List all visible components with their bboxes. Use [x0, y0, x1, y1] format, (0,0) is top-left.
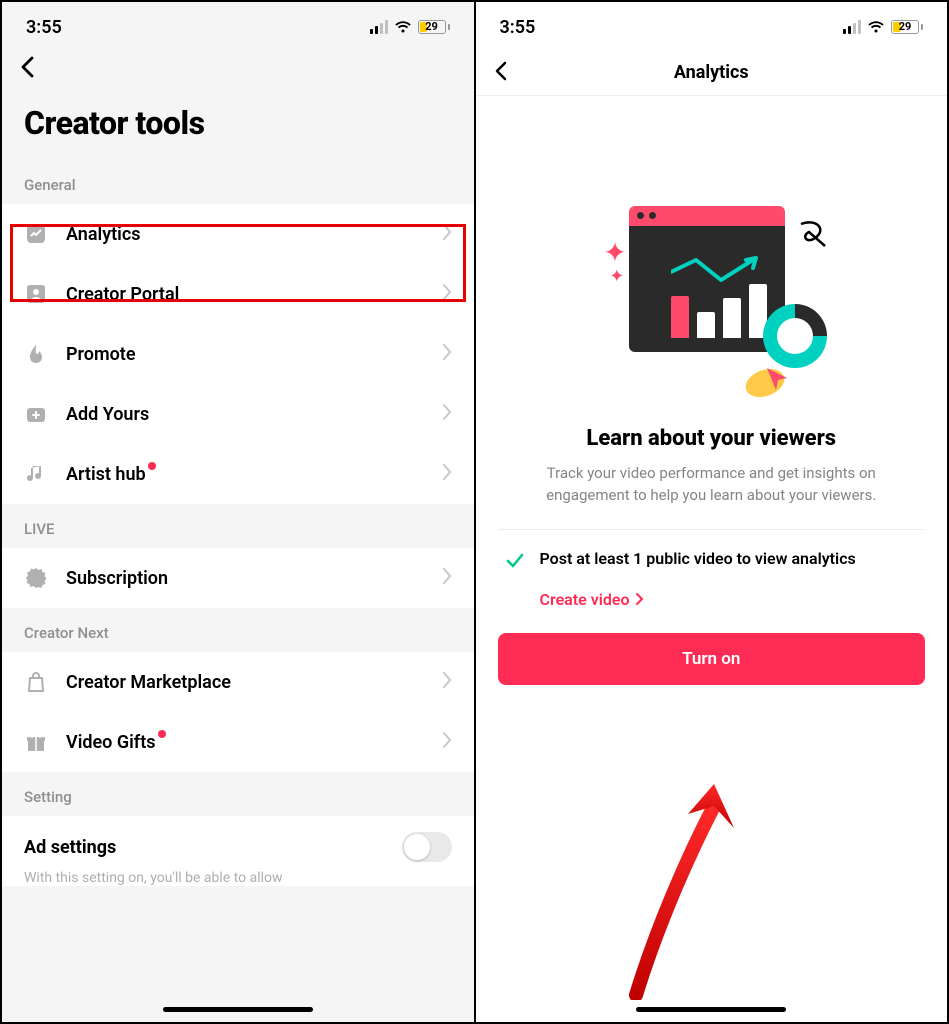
- list-item-label: Creator Portal: [66, 284, 443, 305]
- list-item-label: Promote: [66, 344, 443, 365]
- list-item-add-yours[interactable]: Add Yours: [2, 384, 474, 444]
- list-item-artist-hub[interactable]: Artist hub: [2, 444, 474, 504]
- checkmark-icon: [504, 550, 526, 576]
- list-item-label: Subscription: [66, 568, 443, 589]
- back-button[interactable]: [20, 56, 34, 84]
- analytics-icon: [24, 222, 48, 246]
- back-button[interactable]: [494, 59, 507, 87]
- creator-tools-screen: 3:55 29 Creator tools General: [2, 2, 474, 1022]
- chevron-right-icon: [443, 732, 452, 752]
- chevron-right-icon: [443, 284, 452, 304]
- badge-dot: [148, 462, 156, 470]
- wifi-icon: [394, 20, 412, 34]
- status-icons: 29: [370, 20, 450, 34]
- chevron-right-icon: [443, 672, 452, 692]
- sparkle-icon: ✦: [609, 266, 624, 287]
- page-title: Creator tools: [2, 94, 474, 160]
- headline: Learn about your viewers: [476, 426, 948, 463]
- list-item-creator-marketplace[interactable]: Creator Marketplace: [2, 652, 474, 712]
- battery-icon: 29: [891, 20, 923, 34]
- nav-bar: [2, 48, 474, 94]
- shopping-bag-icon: [24, 670, 48, 694]
- music-note-icon: [24, 462, 48, 486]
- badge-dot: [158, 730, 166, 738]
- status-bar: 3:55 29: [476, 2, 948, 48]
- cursor-icon: [765, 366, 791, 392]
- setting-description: With this setting on, you'll be able to …: [2, 868, 474, 886]
- status-icons: 29: [843, 20, 923, 34]
- list-item-video-gifts[interactable]: Video Gifts: [2, 712, 474, 772]
- list-item-label: Artist hub: [66, 464, 443, 485]
- status-time: 3:55: [500, 17, 536, 38]
- portal-icon: [24, 282, 48, 306]
- status-time: 3:55: [26, 17, 62, 38]
- list-item-analytics[interactable]: Analytics: [2, 204, 474, 264]
- list-item-label: Analytics: [66, 224, 443, 245]
- requirement-text: Post at least 1 public video to view ana…: [540, 548, 856, 570]
- list-item-promote[interactable]: Promote: [2, 324, 474, 384]
- cellular-icon: [370, 20, 388, 34]
- chevron-right-icon: [443, 464, 452, 484]
- section-header-general: General: [2, 160, 474, 204]
- chevron-right-icon: [443, 224, 452, 244]
- analytics-screen: 3:55 29 Analytics: [476, 2, 948, 1022]
- battery-icon: 29: [418, 20, 450, 34]
- toggle-switch[interactable]: [402, 832, 452, 862]
- nav-bar: Analytics: [476, 48, 948, 96]
- list-item-label: Video Gifts: [66, 732, 443, 753]
- chevron-right-icon: [443, 404, 452, 424]
- subtext: Track your video performance and get ins…: [476, 463, 948, 529]
- sparkle-icon: ✦: [603, 236, 626, 269]
- chevron-right-icon: [443, 568, 452, 588]
- turn-on-button[interactable]: Turn on: [498, 633, 926, 685]
- star-badge-icon: [24, 566, 48, 590]
- status-bar: 3:55 29: [2, 2, 474, 48]
- list-item-subscription[interactable]: Subscription: [2, 548, 474, 608]
- wifi-icon: [867, 20, 885, 34]
- camera-plus-icon: [24, 402, 48, 426]
- create-video-link[interactable]: Create video: [476, 584, 948, 609]
- list-item-creator-portal[interactable]: Creator Portal: [2, 264, 474, 324]
- gift-icon: [24, 730, 48, 754]
- analytics-illustration: ✦ ✦: [601, 206, 821, 386]
- requirement-row: Post at least 1 public video to view ana…: [476, 548, 948, 584]
- divider: [498, 529, 926, 530]
- loop-icon: [797, 220, 831, 250]
- arrow-annotation: [616, 780, 746, 1000]
- nav-title: Analytics: [674, 62, 749, 83]
- setting-ad-settings[interactable]: Ad settings: [2, 816, 474, 868]
- list-item-label: Add Yours: [66, 404, 443, 425]
- cellular-icon: [843, 20, 861, 34]
- list-item-label: Creator Marketplace: [66, 672, 443, 693]
- section-header-creator-next: Creator Next: [2, 608, 474, 652]
- section-header-setting: Setting: [2, 772, 474, 816]
- chevron-right-icon: [443, 344, 452, 364]
- setting-label: Ad settings: [24, 837, 402, 858]
- home-indicator[interactable]: [636, 1007, 786, 1012]
- home-indicator[interactable]: [163, 1007, 313, 1012]
- section-header-live: LIVE: [2, 504, 474, 548]
- flame-icon: [24, 342, 48, 366]
